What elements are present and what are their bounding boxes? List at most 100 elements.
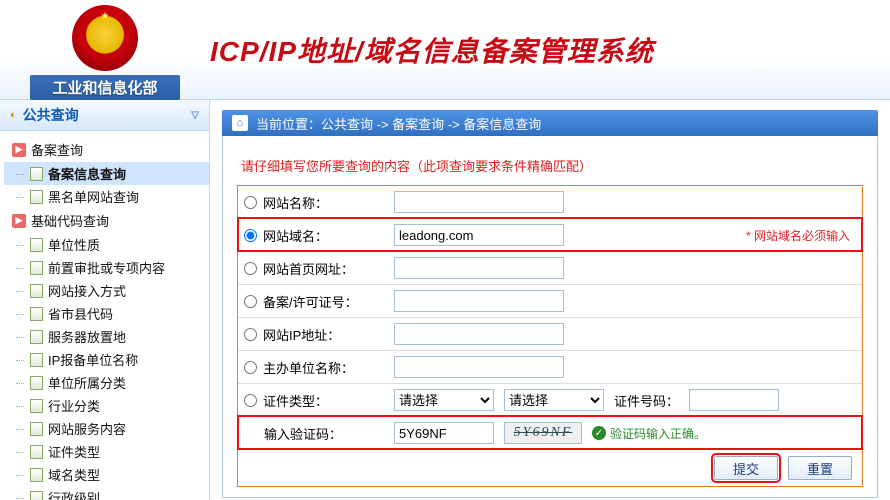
sidebar-group[interactable]: ▶ 备案查询 bbox=[4, 137, 209, 162]
main-content: ⌂ 当前位置：公共查询 -> 备案查询 -> 备案信息查询 请仔细填写您所要查询… bbox=[210, 100, 890, 500]
input-site-ip[interactable] bbox=[394, 323, 564, 345]
sidebar-group[interactable]: ▶ 基础代码查询 bbox=[4, 208, 209, 233]
document-icon bbox=[30, 238, 43, 252]
sidebar-item[interactable]: 单位所属分类 bbox=[4, 371, 209, 394]
captcha-image[interactable]: 5Y69NF bbox=[504, 422, 582, 444]
input-filing-no[interactable] bbox=[394, 290, 564, 312]
document-icon bbox=[30, 376, 43, 390]
sidebar-item[interactable]: 单位性质 bbox=[4, 233, 209, 256]
reset-button[interactable]: 重置 bbox=[788, 456, 852, 480]
sidebar-item-label: 证件类型 bbox=[48, 442, 100, 461]
input-site-name[interactable] bbox=[394, 191, 564, 213]
sidebar: ◐ 公共查询 ▽ ▶ 备案查询备案信息查询黑名单网站查询 ▶ 基础代码查询单位性质前置… bbox=[0, 100, 210, 500]
row-sponsor: 主办单位名称： bbox=[238, 350, 862, 383]
sidebar-item[interactable]: 省市县代码 bbox=[4, 302, 209, 325]
sidebar-item-label: 网站服务内容 bbox=[48, 419, 126, 438]
folder-icon: ▶ bbox=[12, 214, 26, 228]
sidebar-item-label: 行业分类 bbox=[48, 396, 100, 415]
form-hint: 请仔细填写您所要查询的内容（此项查询要求条件精确匹配） bbox=[241, 156, 863, 175]
row-cert: 证件类型： 请选择 请选择 证件号码： bbox=[238, 383, 862, 416]
input-site-homepage[interactable] bbox=[394, 257, 564, 279]
sidebar-item-label: 服务器放置地 bbox=[48, 327, 126, 346]
sidebar-item-label: 单位所属分类 bbox=[48, 373, 126, 392]
home-icon[interactable]: ⌂ bbox=[232, 115, 248, 131]
row-site-name: 网站名称： bbox=[238, 186, 862, 218]
sidebar-item-label: 域名类型 bbox=[48, 465, 100, 484]
sidebar-header[interactable]: ◐ 公共查询 ▽ bbox=[0, 100, 209, 131]
submit-button[interactable]: 提交 bbox=[714, 456, 778, 480]
national-emblem-icon bbox=[72, 5, 138, 71]
input-site-domain[interactable] bbox=[394, 224, 564, 246]
label-sponsor[interactable]: 主办单位名称： bbox=[244, 358, 394, 377]
document-icon bbox=[30, 445, 43, 459]
radio-filing-no[interactable] bbox=[244, 295, 257, 308]
label-site-domain[interactable]: 网站域名： bbox=[244, 226, 394, 245]
sidebar-title: 公共查询 bbox=[23, 105, 79, 125]
document-icon bbox=[30, 261, 43, 275]
sidebar-item[interactable]: 备案信息查询 bbox=[4, 162, 209, 185]
document-icon bbox=[30, 307, 43, 321]
row-filing-no: 备案/许可证号： bbox=[238, 284, 862, 317]
input-cert-no[interactable] bbox=[689, 389, 779, 411]
sidebar-group-label: 备案查询 bbox=[31, 140, 83, 159]
sidebar-item[interactable]: 前置审批或专项内容 bbox=[4, 256, 209, 279]
ministry-name: 工业和信息化部 bbox=[30, 75, 179, 100]
sidebar-item[interactable]: 证件类型 bbox=[4, 440, 209, 463]
sidebar-item[interactable]: 服务器放置地 bbox=[4, 325, 209, 348]
query-panel: 请仔细填写您所要查询的内容（此项查询要求条件精确匹配） 网站名称： 网站域名： … bbox=[222, 136, 878, 498]
sidebar-item-label: 行政级别 bbox=[48, 488, 100, 500]
sidebar-item[interactable]: 行政级别 bbox=[4, 486, 209, 500]
label-site-name[interactable]: 网站名称： bbox=[244, 193, 394, 212]
radio-site-ip[interactable] bbox=[244, 328, 257, 341]
cert-no-label: 证件号码： bbox=[614, 391, 679, 410]
input-captcha[interactable] bbox=[394, 422, 494, 444]
breadcrumb: ⌂ 当前位置：公共查询 -> 备案查询 -> 备案信息查询 bbox=[222, 110, 878, 136]
radio-site-homepage[interactable] bbox=[244, 262, 257, 275]
document-icon bbox=[30, 167, 43, 181]
radio-site-name[interactable] bbox=[244, 196, 257, 209]
document-icon bbox=[30, 399, 43, 413]
radio-cert[interactable] bbox=[244, 394, 257, 407]
document-icon bbox=[30, 422, 43, 436]
captcha-ok: ✓验证码输入正确。 bbox=[592, 425, 706, 442]
sidebar-item[interactable]: 网站服务内容 bbox=[4, 417, 209, 440]
sidebar-item[interactable]: 网站接入方式 bbox=[4, 279, 209, 302]
document-icon bbox=[30, 330, 43, 344]
sidebar-item[interactable]: 行业分类 bbox=[4, 394, 209, 417]
folder-icon: ▶ bbox=[12, 143, 26, 157]
label-site-homepage[interactable]: 网站首页网址： bbox=[244, 259, 394, 278]
site-title: ICP/IP地址/域名信息备案管理系统 bbox=[210, 30, 654, 70]
radio-sponsor[interactable] bbox=[244, 361, 257, 374]
sidebar-tree: ▶ 备案查询备案信息查询黑名单网站查询 ▶ 基础代码查询单位性质前置审批或专项内容网站… bbox=[0, 131, 209, 500]
sidebar-item-label: 前置审批或专项内容 bbox=[48, 258, 165, 277]
row-site-homepage: 网站首页网址： bbox=[238, 251, 862, 284]
document-icon bbox=[30, 353, 43, 367]
radio-site-domain[interactable] bbox=[244, 229, 257, 242]
sidebar-item[interactable]: 域名类型 bbox=[4, 463, 209, 486]
select-cert-type-2[interactable]: 请选择 bbox=[504, 389, 604, 411]
label-filing-no[interactable]: 备案/许可证号： bbox=[244, 292, 394, 311]
document-icon bbox=[30, 491, 43, 500]
document-icon bbox=[30, 468, 43, 482]
select-cert-type-1[interactable]: 请选择 bbox=[394, 389, 494, 411]
page-header: 工业和信息化部 ICP/IP地址/域名信息备案管理系统 bbox=[0, 0, 890, 100]
breadcrumb-text: 当前位置：公共查询 -> 备案查询 -> 备案信息查询 bbox=[256, 114, 541, 133]
row-site-domain: 网站域名： * 网站域名必须输入 bbox=[238, 218, 862, 251]
check-icon: ✓ bbox=[592, 426, 606, 440]
required-note: * 网站域名必须输入 bbox=[746, 227, 850, 244]
label-site-ip[interactable]: 网站IP地址： bbox=[244, 325, 394, 344]
form-container: 网站名称： 网站域名： * 网站域名必须输入 网站首页网址： 备案/许可证号： bbox=[237, 185, 863, 487]
sidebar-item[interactable]: IP报备单位名称 bbox=[4, 348, 209, 371]
label-cert[interactable]: 证件类型： bbox=[244, 391, 394, 410]
document-icon bbox=[30, 190, 43, 204]
sidebar-item-label: 黑名单网站查询 bbox=[48, 187, 139, 206]
sidebar-item-label: 网站接入方式 bbox=[48, 281, 126, 300]
row-site-ip: 网站IP地址： bbox=[238, 317, 862, 350]
row-captcha: 输入验证码： 5Y69NF ✓验证码输入正确。 bbox=[238, 416, 862, 449]
button-row: 提交 重置 bbox=[238, 449, 862, 486]
sidebar-group-label: 基础代码查询 bbox=[31, 211, 109, 230]
sidebar-item-label: 省市县代码 bbox=[48, 304, 113, 323]
sidebar-item[interactable]: 黑名单网站查询 bbox=[4, 185, 209, 208]
input-sponsor[interactable] bbox=[394, 356, 564, 378]
document-icon bbox=[30, 284, 43, 298]
